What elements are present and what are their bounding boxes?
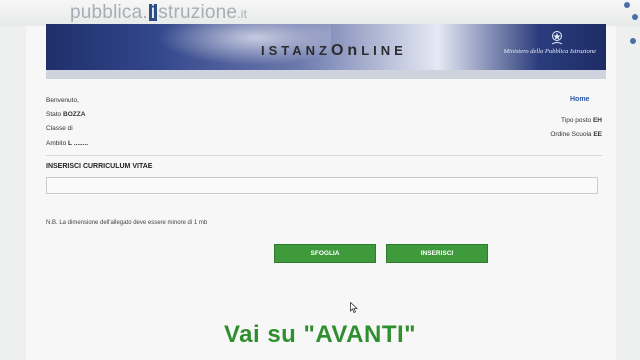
mouse-cursor-icon [350, 302, 358, 313]
ordine-scuola-label: Ordine Scuola [550, 131, 592, 138]
decoration-dots [610, 0, 640, 70]
ambito-label: Ambito [46, 140, 67, 147]
ordine-scuola-row: Ordine Scuola EE [528, 131, 602, 138]
republic-emblem-icon [551, 31, 563, 45]
file-size-note: N.B. La dimensione dell'allegato deve es… [46, 220, 208, 226]
dot-icon [632, 14, 638, 20]
divider [46, 155, 602, 156]
section-title: INSERISCI CURRICULUM VITAE [46, 163, 153, 170]
ministry-name: Ministero della Pubblica Istruzione [503, 48, 596, 55]
ambito-row: Ambito L ........ [46, 140, 88, 147]
tipo-posto-value: EH [592, 117, 602, 124]
video-caption: Vai su "AVANTI" [223, 321, 417, 348]
stato-label: Stato [46, 111, 62, 118]
stato-value: BOZZA [63, 111, 86, 118]
dot-icon [630, 38, 636, 44]
tipo-posto-label: Tipo posto [561, 117, 592, 124]
browse-button[interactable]: SFOGLIA [274, 244, 376, 263]
brand-bar: pubblica. i struzione.it [0, 0, 640, 26]
home-link[interactable]: Home [570, 96, 589, 103]
istanze-online-banner: ISTANZOnLINE Ministero della Pubblica Is… [46, 24, 606, 70]
site-logo: pubblica. i struzione.it [70, 2, 248, 23]
insert-button[interactable]: INSERISCI [386, 244, 488, 263]
banner-title: ISTANZOnLINE [261, 42, 407, 59]
banner-strip [46, 70, 606, 79]
stato-row: Stato BOZZA [46, 111, 85, 118]
dot-icon [624, 2, 630, 8]
classe-label: Classe di [46, 125, 73, 132]
tipo-posto-row: Tipo posto EH [540, 117, 602, 124]
cv-file-field[interactable] [46, 177, 598, 194]
ambito-value: L ........ [68, 140, 89, 147]
ordine-scuola-value: EE [593, 131, 602, 138]
welcome-text: Benvenuto, [46, 97, 79, 104]
